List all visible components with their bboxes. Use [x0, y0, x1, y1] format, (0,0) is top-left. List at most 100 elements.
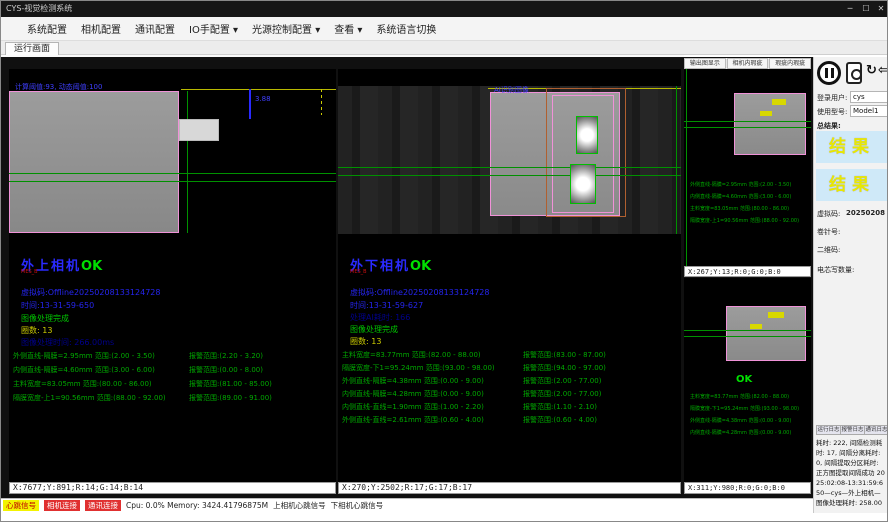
ai-process-time: 处理AI耗时: 166 — [350, 312, 410, 323]
capture-time: 时间:13-31-59-627 — [350, 300, 423, 311]
qr-code-label: 二维码: — [817, 245, 840, 255]
virtual-code-value: 20250208 — [846, 209, 885, 217]
login-user-label: 登录用户: — [817, 93, 847, 103]
part-tab-image — [179, 119, 219, 141]
measurement-row: 外侧直线-隔膜=4.38mm 范围:(0.00 - 9.00) 报警范围:(2.… — [338, 376, 681, 386]
process-time: 图像处理时间: 266.00ms — [21, 337, 114, 348]
tab-camera-defect[interactable]: 相机内瑕疵 — [727, 58, 769, 69]
app-window: CYS-视觉检测系统 ─ ☐ ✕ C 系统配置 相机配置 通讯配置 IO手配置 … — [0, 0, 888, 522]
virtual-code-label: 虚拟码: — [817, 209, 840, 219]
tab-run-log[interactable]: 运行日志 — [816, 425, 841, 435]
tab-alarm-log[interactable]: 报警日志 — [840, 425, 865, 435]
heartbeat-badge: 心跳信号 — [3, 500, 39, 511]
left-camera-view[interactable]: 计算阈值:93, 动态阈值:100 3.88 外上相机OK MES_B 虚拟码:… — [9, 69, 336, 482]
reflection-blob — [570, 164, 596, 204]
measurement-row: 内侧直线-隔膜=4.28mm 范围:(0.00 - 9.00) 报警范围:(2.… — [338, 389, 681, 399]
small-measure-line: 内侧直线-隔膜=4.60mm 范围:(3.00 - 6.00) — [690, 193, 791, 200]
tab-run-screen[interactable]: 运行画面 — [5, 42, 59, 55]
minimize-icon[interactable]: ─ — [843, 1, 857, 17]
measurement-row: 外侧直线-隔膜=2.95mm 范围:(2.00 - 3.50) 报警范围:(2.… — [9, 351, 336, 361]
menu-io-config[interactable]: IO手配置 ▾ — [189, 21, 238, 36]
status-bar: 心跳信号 相机连接 通讯连接 Cpu: 0.0% Memory: 3424.41… — [1, 498, 813, 512]
measurement-row: 内侧直线-隔膜=4.60mm 范围:(3.00 - 6.00) 报警范围:(0.… — [9, 365, 336, 375]
measure-line — [676, 86, 677, 234]
menu-language-switch[interactable]: 系统语言切换 — [376, 21, 436, 36]
small-camera-view-2[interactable]: OK 主料宽度=83.77mm 范围:(82.00 - 88.00) 隔膜宽度-… — [684, 278, 811, 482]
mes-tag: MES_B — [21, 269, 38, 275]
measure-line — [9, 181, 336, 182]
right-control-panel: ↻ ⇦ 登录用户: cys 使用型号: Model1 总结果: 结果 结果 虚拟… — [813, 57, 888, 513]
cpu-memory-text: Cpu: 0.0% Memory: 3424.41796875M — [126, 501, 268, 510]
small-camera-view-1[interactable]: 外侧直线-隔膜=2.95mm 范围:(2.00 - 3.50) 内侧直线-隔膜=… — [684, 69, 811, 266]
measure-line — [684, 121, 811, 122]
capture-time: 时间:13-31-59-650 — [21, 300, 94, 311]
virtual-code: 虚拟码:Offline20250208133124728 — [350, 287, 489, 298]
result-ok: OK — [81, 259, 102, 274]
measurement-row: 主料宽度=83.77mm 范围:(82.00 - 88.00) 报警范围:(83… — [338, 350, 681, 360]
measurement-row: 主料宽度=83.05mm 范围:(80.00 - 86.00) 报警范围:(81… — [9, 379, 336, 389]
result-display-1: 结果 — [816, 131, 888, 163]
tab-strip: 运行画面 — [1, 41, 888, 55]
measure-bracket — [249, 89, 251, 119]
log-tab-strip: 运行日志 报警日志 通讯日志 — [816, 425, 888, 435]
measure-line — [684, 336, 811, 337]
measure-line — [9, 173, 336, 174]
virtual-code: 虚拟码:Offline20250208133124728 — [21, 287, 160, 298]
small-view-2-coordinate-bar: X:311;Y:980;R:0;G:0;B:0 — [684, 482, 811, 494]
small-measure-line: 外侧直线-隔膜=4.38mm 范围:(0.00 - 9.00) — [690, 417, 791, 424]
overlay-dashed-line — [321, 89, 322, 115]
small-measure-line: 外侧直线-隔膜=2.95mm 范围:(2.00 - 3.50) — [690, 181, 791, 188]
threshold-overlay-text: 计算阈值:93, 动态阈值:100 — [15, 82, 102, 92]
pause-button[interactable] — [817, 61, 841, 85]
small-view-tabs: 输出图显示 相机内瑕疵 瑕疵内瑕疵 — [684, 58, 811, 69]
menu-system-config[interactable]: 系统配置 — [27, 21, 67, 36]
tab-comm-log[interactable]: 通讯日志 — [864, 425, 888, 435]
small-measure-line: 内侧直线-隔膜=4.28mm 范围:(0.00 - 9.00) — [690, 429, 791, 436]
overlay-label — [768, 312, 784, 318]
login-user-field[interactable]: cys — [850, 91, 888, 103]
inspected-part-image — [734, 93, 806, 155]
measurement-row: 外侧直线-直线=2.61mm 范围:(0.60 - 4.00) 报警范围:(0.… — [338, 415, 681, 425]
menu-light-config[interactable]: 光源控制配置 ▾ — [252, 21, 320, 36]
mid-camera-view[interactable]: AI识别图像 外下相机OK MES_B 虚拟码:Offline202502081… — [338, 69, 681, 482]
model-field[interactable]: Model1 — [850, 105, 888, 117]
menu-camera-config[interactable]: 相机配置 — [81, 21, 121, 36]
close-icon[interactable]: ✕ — [874, 1, 888, 17]
result-display-2: 结果 — [816, 169, 888, 201]
measure-line — [338, 175, 681, 176]
measure-line — [686, 69, 687, 266]
measure-line — [338, 167, 681, 168]
menu-comm-config[interactable]: 通讯配置 — [135, 21, 175, 36]
tab-output-image[interactable]: 输出图显示 — [684, 58, 726, 69]
result-ok: OK — [410, 259, 431, 274]
needle-number-label: 卷针号: — [817, 227, 840, 237]
measure-line — [684, 330, 811, 331]
process-done: 图像处理完成 — [21, 313, 69, 324]
measure-line — [187, 91, 188, 233]
overlay-line — [181, 89, 336, 90]
refresh-icon[interactable]: ↻ — [866, 63, 877, 78]
camera-button[interactable] — [846, 62, 862, 84]
tab-defect-detail[interactable]: 瑕疵内瑕疵 — [769, 58, 811, 69]
inspected-part-image — [9, 91, 179, 233]
turn-count: 圈数: 13 — [21, 325, 52, 336]
mid-camera-coordinate-bar: X:270;Y:2502;R:17;G:17;B:17 — [338, 482, 681, 494]
measure-line — [684, 127, 811, 128]
lower-camera-heartbeat-text: 下相机心跳信号 — [331, 500, 384, 511]
reflection-blob — [576, 116, 598, 154]
measurement-row: 隔膜宽度-下1=95.24mm 范围:(93.00 - 98.00) 报警范围:… — [338, 363, 681, 373]
small-measure-line: 隔膜宽度-下1=95.24mm 范围:(93.00 - 98.00) — [690, 405, 799, 412]
log-text: 耗时: 222, 间隔检测耗时: 17, 间隔分离耗时: 0, 间隔提取分区耗时… — [816, 438, 886, 508]
total-result-label: 总结果: — [817, 121, 841, 131]
small-view-1-coordinate-bar: X:267;Y:13;R:0;G:0;B:0 — [684, 266, 811, 277]
measurement-row: 隔膜宽度-上1=90.56mm 范围:(88.00 - 92.00) 报警范围:… — [9, 393, 336, 403]
upper-camera-heartbeat-text: 上相机心跳信号 — [273, 500, 326, 511]
model-label: 使用型号: — [817, 107, 847, 117]
maximize-icon[interactable]: ☐ — [859, 1, 873, 17]
overlay-label — [772, 99, 786, 105]
result-ok: OK — [736, 374, 752, 385]
menu-bar: 系统配置 相机配置 通讯配置 IO手配置 ▾ 光源控制配置 ▾ 查看 ▾ 系统语… — [1, 17, 888, 41]
overlay-label — [750, 324, 762, 329]
menu-view[interactable]: 查看 ▾ — [334, 21, 362, 36]
logout-icon[interactable]: ⇦ — [878, 63, 888, 78]
